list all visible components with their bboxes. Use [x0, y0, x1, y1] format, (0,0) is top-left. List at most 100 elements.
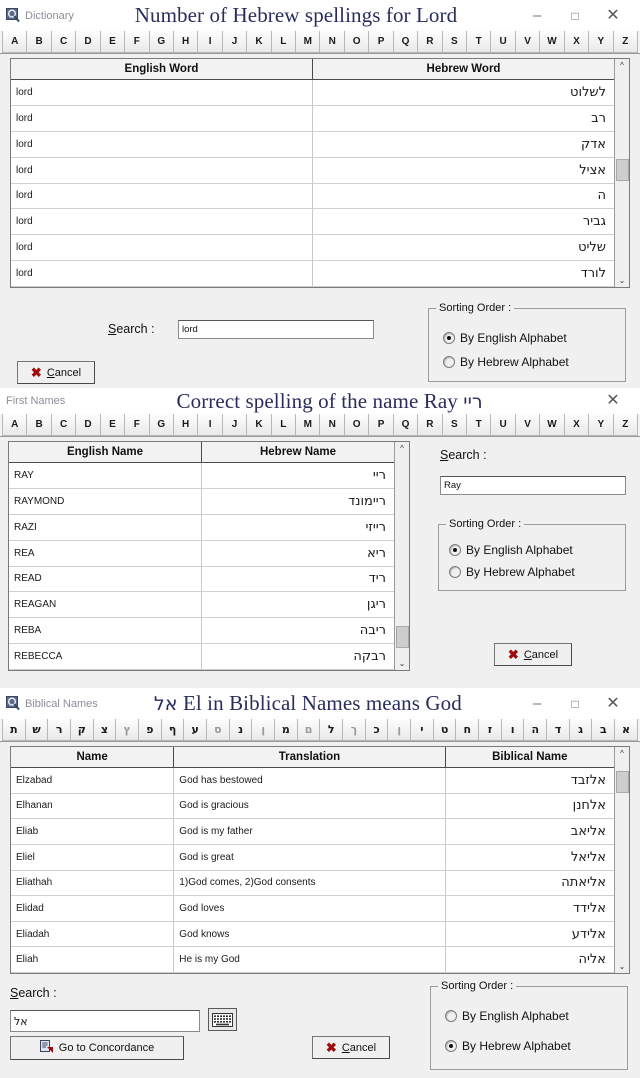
alpha-key-w2-4[interactable]: E — [100, 414, 126, 436]
table-row[interactable]: READ ריד — [9, 566, 394, 593]
alpha-key-w2-5[interactable]: F — [125, 414, 150, 436]
alpha-key-w2-7[interactable]: H — [173, 414, 199, 436]
alpha-key-w3-8[interactable]: ע — [184, 719, 208, 741]
alpha-key-w1-7[interactable]: H — [173, 31, 199, 53]
alpha-key-w1-4[interactable]: E — [100, 31, 126, 53]
alpha-key-w3-21[interactable]: ז — [479, 719, 502, 741]
table-row[interactable]: REAGAN ריגן — [9, 591, 394, 619]
window3-radio-hebrew-alphabet[interactable]: By Hebrew Alphabet — [445, 1039, 571, 1053]
alpha-key-w1-6[interactable]: G — [149, 31, 174, 53]
alpha-key-w2-22[interactable]: W — [540, 414, 565, 436]
window3-scrollbar[interactable]: ^ ⌄ — [614, 747, 629, 973]
table-row[interactable]: lord שליט — [11, 234, 614, 262]
table-row[interactable]: RAY ריי — [9, 462, 394, 489]
alpha-key-w3-23[interactable]: ה — [524, 719, 548, 741]
alpha-key-w3-15[interactable]: ך — [343, 719, 366, 741]
alpha-key-w2-10[interactable]: K — [247, 414, 272, 436]
close-button[interactable]: ✕ — [594, 691, 632, 717]
window3-radio-english-alphabet[interactable]: By English Alphabet — [445, 1009, 569, 1023]
english-hebrew-name-header-0[interactable]: English Name — [9, 442, 202, 463]
alpha-key-w3-7[interactable]: ף — [161, 719, 185, 741]
window1-scrollbar[interactable]: ^ ⌄ — [614, 59, 629, 287]
table-row[interactable]: Eliab God is my father אליאב — [11, 818, 614, 845]
alpha-key-w2-18[interactable]: S — [442, 414, 468, 436]
alpha-key-w2-6[interactable]: G — [149, 414, 174, 436]
table-row[interactable]: REBA ריבה — [9, 617, 394, 645]
alpha-key-w1-19[interactable]: T — [467, 31, 492, 53]
alpha-key-w3-12[interactable]: מ — [275, 719, 298, 741]
english-hebrew-word-header-0[interactable]: English Word — [11, 59, 313, 80]
alpha-key-w3-4[interactable]: צ — [93, 719, 117, 741]
scrollbar-thumb[interactable] — [396, 626, 409, 648]
window1-cancel-button[interactable]: ✖ Cancel — [17, 361, 95, 384]
alpha-key-w3-16[interactable]: כ — [365, 719, 389, 741]
alpha-key-w3-24[interactable]: ד — [547, 719, 570, 741]
alpha-key-w1-24[interactable]: Y — [589, 31, 614, 53]
alpha-key-w1-18[interactable]: S — [442, 31, 468, 53]
alpha-key-w1-21[interactable]: V — [515, 31, 541, 53]
window3-cancel-button[interactable]: ✖ Cancel — [312, 1036, 390, 1059]
alpha-key-w2-21[interactable]: V — [515, 414, 541, 436]
window1-search-input[interactable]: lord — [178, 320, 374, 339]
alpha-key-w3-26[interactable]: ב — [592, 719, 616, 741]
alpha-key-w2-3[interactable]: D — [76, 414, 101, 436]
alpha-key-w3-11[interactable]: ן — [252, 719, 276, 741]
alpha-key-w3-10[interactable]: נ — [229, 719, 253, 741]
table-row[interactable]: lord לורד — [11, 260, 614, 287]
window2-cancel-button[interactable]: ✖ Cancel — [494, 643, 572, 666]
biblical-names-header-1[interactable]: Translation — [173, 747, 446, 768]
alpha-key-w1-20[interactable]: U — [491, 31, 516, 53]
scrollbar-thumb[interactable] — [616, 159, 629, 181]
table-row[interactable]: RAYMOND ריימונד — [9, 488, 394, 515]
english-hebrew-name-header-1[interactable]: Hebrew Name — [201, 442, 394, 463]
alpha-key-w2-13[interactable]: N — [320, 414, 345, 436]
alpha-key-w2-20[interactable]: U — [491, 414, 516, 436]
table-row[interactable]: Elzabad God has bestowed אלזבד — [11, 767, 614, 794]
table-row[interactable]: lord אציל — [11, 157, 614, 184]
alpha-key-w3-5[interactable]: ץ — [116, 719, 140, 741]
scroll-down-icon[interactable]: ⌄ — [615, 960, 629, 973]
alpha-key-w1-12[interactable]: M — [296, 31, 321, 53]
alpha-key-w2-17[interactable]: R — [418, 414, 443, 436]
alpha-key-w1-8[interactable]: I — [198, 31, 223, 53]
scrollbar-thumb[interactable] — [616, 771, 629, 793]
alpha-key-w3-3[interactable]: ק — [71, 719, 94, 741]
alpha-key-w1-5[interactable]: F — [125, 31, 150, 53]
alpha-key-w2-14[interactable]: O — [344, 414, 370, 436]
table-row[interactable]: REA ריא — [9, 540, 394, 567]
alpha-key-w1-25[interactable]: Z — [613, 31, 638, 53]
alpha-key-w2-8[interactable]: I — [198, 414, 223, 436]
alpha-key-w3-19[interactable]: ט — [433, 719, 457, 741]
alpha-key-w2-11[interactable]: L — [271, 414, 297, 436]
alpha-key-w1-2[interactable]: C — [51, 31, 77, 53]
table-row[interactable]: lord לשלוט — [11, 79, 614, 106]
alpha-key-w3-6[interactable]: פ — [139, 719, 162, 741]
close-button[interactable]: ✕ — [594, 3, 632, 29]
go-to-concordance-button[interactable]: Go to Concordance — [10, 1036, 184, 1060]
alpha-key-w2-12[interactable]: M — [296, 414, 321, 436]
scroll-up-icon[interactable]: ^ — [395, 442, 409, 455]
table-row[interactable]: lord אדק — [11, 131, 614, 158]
alpha-key-w2-9[interactable]: J — [222, 414, 248, 436]
table-row[interactable]: lord ה — [11, 183, 614, 210]
alpha-key-w2-1[interactable]: B — [27, 414, 52, 436]
alpha-key-w3-27[interactable]: א — [615, 719, 638, 741]
alpha-key-w3-0[interactable]: ת — [2, 719, 26, 741]
table-row[interactable]: lord גביר — [11, 208, 614, 236]
alpha-key-w3-18[interactable]: י — [411, 719, 434, 741]
window2-scrollbar[interactable]: ^ ⌄ — [394, 442, 409, 670]
alpha-key-w2-19[interactable]: T — [467, 414, 492, 436]
alpha-key-w3-20[interactable]: ח — [456, 719, 480, 741]
window1-radio-hebrew-alphabet[interactable]: By Hebrew Alphabet — [443, 355, 569, 369]
alpha-key-w1-9[interactable]: J — [222, 31, 248, 53]
alpha-key-w1-22[interactable]: W — [540, 31, 565, 53]
alpha-key-w2-0[interactable]: A — [2, 414, 28, 436]
alpha-key-w1-13[interactable]: N — [320, 31, 345, 53]
table-row[interactable]: Elidad God loves אלידד — [11, 895, 614, 922]
alpha-key-w1-0[interactable]: A — [2, 31, 28, 53]
table-row[interactable]: Eliathah 1)God comes, 2)God consents אליאת… — [11, 870, 614, 897]
alpha-key-w2-16[interactable]: Q — [393, 414, 419, 436]
window2-radio-hebrew-alphabet[interactable]: By Hebrew Alphabet — [449, 565, 575, 579]
alpha-key-w2-25[interactable]: Z — [613, 414, 638, 436]
alpha-key-w1-1[interactable]: B — [27, 31, 52, 53]
